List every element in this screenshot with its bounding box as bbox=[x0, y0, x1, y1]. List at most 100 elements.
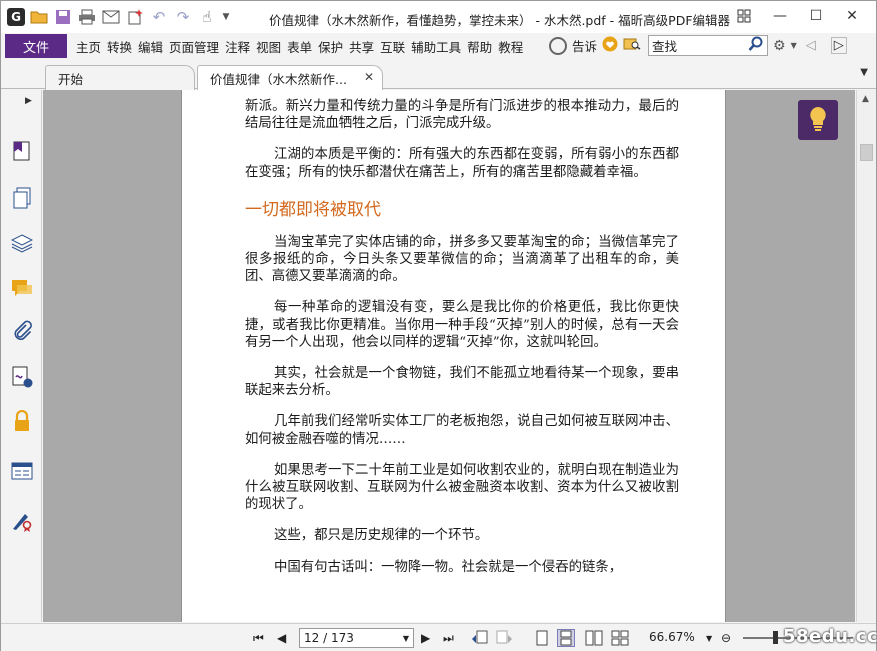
last-page-icon[interactable]: ⏭ bbox=[443, 629, 454, 647]
menu-bar: 文件 主页 转换 编辑 页面管理 注释 视图 表单 保护 共享 互联 辅助工具 … bbox=[1, 33, 876, 59]
redo-icon[interactable]: ↷ bbox=[173, 7, 193, 27]
tab-document-label: 价值规律（水木然新作... bbox=[210, 72, 347, 87]
watermark-text: 58edu.cc bbox=[783, 626, 877, 647]
paragraph: 如果思考一下二十年前工业是如何收割农业的，就明白现在制造业为什么被互联网收割、互… bbox=[245, 462, 679, 513]
file-menu-button[interactable]: 文件 bbox=[5, 34, 67, 58]
next-view-icon[interactable] bbox=[495, 629, 513, 647]
continuous-view-icon[interactable] bbox=[557, 629, 575, 647]
tab-start-label: 开始 bbox=[58, 71, 84, 87]
menu-page-management[interactable]: 页面管理 bbox=[166, 37, 222, 56]
window-title: 价值规律（水木然新作，看懂趋势，掌控未来） - 水木然.pdf - 福昕高级PD… bbox=[269, 13, 731, 28]
search-placeholder: 查找 bbox=[652, 39, 678, 54]
facing-view-icon[interactable] bbox=[585, 629, 603, 647]
page-thumbnails-icon[interactable] bbox=[9, 185, 35, 211]
tell-me-label[interactable]: 告诉 bbox=[572, 36, 597, 55]
customize-dropdown-icon[interactable]: ▼ bbox=[221, 7, 231, 27]
menu-right-tools: 告诉 查找 ⚙ ▼ ◁ ▷ bbox=[549, 35, 847, 56]
favorite-icon[interactable] bbox=[602, 36, 618, 55]
menu-items: 主页 转换 编辑 页面管理 注释 视图 表单 保护 共享 互联 辅助工具 帮助 … bbox=[73, 37, 526, 56]
document-viewer: 新派。新兴力量和传统力量的斗争是所有门派进步的根本推动力，最后的结局往往是流血牺… bbox=[43, 90, 855, 622]
nav-back-icon[interactable]: ◁ bbox=[806, 38, 816, 53]
paragraph: 新派。新兴力量和传统力量的斗争是所有门派进步的根本推动力，最后的结局往往是流血牺… bbox=[245, 99, 679, 132]
signature-icon[interactable] bbox=[9, 364, 35, 390]
menu-help[interactable]: 帮助 bbox=[464, 37, 495, 56]
app-logo-icon[interactable]: G bbox=[7, 8, 25, 26]
zoom-slider-knob[interactable] bbox=[773, 631, 778, 644]
paragraph: 其实，社会就是一个食物链，我们不能孤立地看待某一个现象，要串联起来去分析。 bbox=[245, 366, 679, 399]
scroll-up-icon[interactable]: ▲ bbox=[862, 94, 869, 104]
new-icon[interactable] bbox=[125, 7, 145, 27]
paragraph: 当淘宝革完了实体店铺的命，拼多多又要革淘宝的命；当微信革完了很多报纸的命，今日头… bbox=[245, 234, 679, 285]
search-icon[interactable] bbox=[748, 36, 764, 56]
email-icon[interactable] bbox=[101, 7, 121, 27]
zoom-out-icon[interactable]: ⊖ bbox=[721, 629, 731, 647]
save-icon[interactable] bbox=[53, 7, 73, 27]
form-fields-icon[interactable] bbox=[9, 458, 35, 484]
next-page-icon[interactable]: ▶ bbox=[421, 629, 430, 647]
expand-sidebar-icon[interactable]: ▶ bbox=[25, 96, 32, 106]
search-input[interactable]: 查找 bbox=[648, 35, 769, 56]
menu-comment[interactable]: 注释 bbox=[222, 37, 253, 56]
menu-home[interactable]: 主页 bbox=[73, 37, 104, 56]
paragraph: 这些，都只是历史规律的一个环节。 bbox=[274, 528, 489, 544]
continuous-facing-view-icon[interactable] bbox=[611, 629, 629, 647]
find-options-icon[interactable] bbox=[623, 36, 643, 55]
first-page-icon[interactable]: ⏮ bbox=[253, 629, 264, 647]
comments-icon[interactable] bbox=[9, 275, 35, 301]
maximize-button[interactable]: ☐ bbox=[798, 5, 834, 27]
paragraph: 每一种革命的逻辑没有变，要么是我比你的价格更低，我比你更快捷，或者我比你更精准。… bbox=[245, 300, 679, 350]
menu-protect[interactable]: 保护 bbox=[315, 37, 346, 56]
document-tab-bar: 开始 价值规律（水木然新作... ✕ ▼ bbox=[1, 61, 876, 91]
undo-icon[interactable]: ↶ bbox=[149, 7, 169, 27]
tab-start[interactable]: 开始 bbox=[45, 65, 195, 90]
close-tab-icon[interactable]: ✕ bbox=[364, 70, 374, 84]
pdf-page: 新派。新兴力量和传统力量的斗争是所有门派进步的根本推动力，最后的结局往往是流血牺… bbox=[181, 90, 726, 622]
page-dropdown-icon[interactable]: ▼ bbox=[403, 634, 409, 643]
menu-edit[interactable]: 编辑 bbox=[135, 37, 166, 56]
vertical-scrollbar[interactable]: ▲ bbox=[856, 90, 876, 622]
left-sidebar: ▶ bbox=[1, 90, 42, 622]
title-bar: G ↶ ↷ ☝ ▼ 价值规律（水木然新作，看懂趋势，掌控未来） - 水木然.pd… bbox=[1, 1, 876, 33]
settings-dropdown-icon[interactable]: ▼ bbox=[791, 41, 797, 50]
menu-tutorial[interactable]: 教程 bbox=[495, 37, 526, 56]
status-bar: ⏮ ◀ 12 / 173 ▼ ▶ ⏭ 66.67% ▼ ⊖ 58edu.cc bbox=[1, 623, 877, 651]
open-folder-icon[interactable] bbox=[29, 7, 49, 27]
layers-icon[interactable] bbox=[9, 230, 35, 256]
previous-view-icon[interactable] bbox=[471, 629, 489, 647]
paragraph: 中国有句古话叫：一物降一物。社会就是一个侵吞的链条， bbox=[274, 559, 623, 575]
quick-access-toolbar: G ↶ ↷ ☝ ▼ bbox=[1, 7, 231, 27]
page-number-value: 12 / 173 bbox=[304, 631, 354, 645]
minimize-button[interactable]: — bbox=[762, 5, 798, 27]
section-heading: 一切都即将被取代 bbox=[245, 199, 381, 220]
zoom-dropdown-icon[interactable]: ▼ bbox=[706, 629, 712, 647]
menu-form[interactable]: 表单 bbox=[284, 37, 315, 56]
close-button[interactable]: ✕ bbox=[834, 5, 870, 27]
previous-page-icon[interactable]: ◀ bbox=[277, 629, 286, 647]
attachments-icon[interactable] bbox=[9, 318, 35, 344]
scroll-thumb[interactable] bbox=[860, 144, 873, 161]
single-page-view-icon[interactable] bbox=[535, 629, 549, 647]
zoom-level[interactable]: 66.67% bbox=[649, 630, 695, 644]
tell-me-icon[interactable] bbox=[549, 36, 567, 55]
menu-share[interactable]: 共享 bbox=[346, 37, 377, 56]
app-window: G ↶ ↷ ☝ ▼ 价值规律（水木然新作，看懂趋势，掌控未来） - 水木然.pd… bbox=[0, 0, 877, 651]
security-lock-icon[interactable] bbox=[9, 408, 35, 434]
menu-view[interactable]: 视图 bbox=[253, 37, 284, 56]
certify-tools-icon[interactable] bbox=[9, 508, 35, 534]
paragraph: 江湖的本质是平衡的：所有强大的东西都在变弱，所有弱小的东西都在变强；所有的快乐都… bbox=[245, 147, 679, 180]
restore-layout-icon[interactable] bbox=[726, 5, 762, 27]
print-icon[interactable] bbox=[77, 7, 97, 27]
idea-lightbulb-button[interactable] bbox=[798, 100, 838, 140]
tab-list-dropdown-icon[interactable]: ▼ bbox=[860, 67, 868, 78]
settings-gear-icon[interactable]: ⚙ bbox=[773, 38, 786, 54]
menu-accessibility[interactable]: 辅助工具 bbox=[408, 37, 464, 56]
nav-forward-icon[interactable]: ▷ bbox=[830, 37, 847, 54]
bookmark-icon[interactable] bbox=[9, 138, 35, 164]
page-number-field[interactable]: 12 / 173 ▼ bbox=[299, 628, 414, 648]
menu-convert[interactable]: 转换 bbox=[104, 37, 135, 56]
hand-tool-icon[interactable]: ☝ bbox=[197, 7, 217, 27]
tab-document[interactable]: 价值规律（水木然新作... ✕ bbox=[197, 65, 383, 91]
menu-connect[interactable]: 互联 bbox=[377, 37, 408, 56]
lightbulb-icon bbox=[806, 105, 830, 136]
window-controls: — ☐ ✕ bbox=[726, 5, 870, 27]
